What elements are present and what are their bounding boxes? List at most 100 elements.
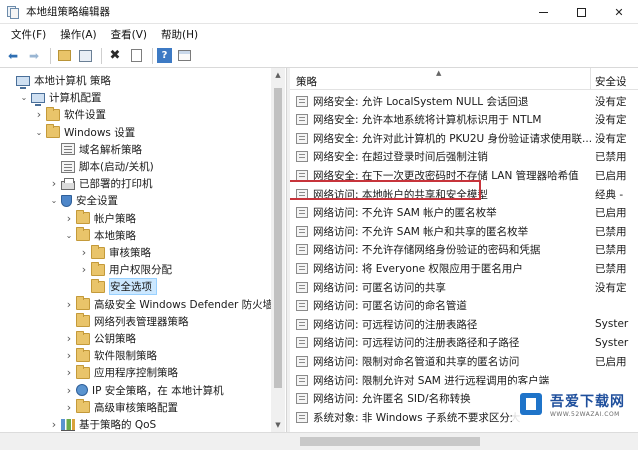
tree-item[interactable]: ⌄ Windows 设置 [34,124,135,141]
policy-row[interactable]: 网络安全: 允许 LocalSystem NULL 会话回退 没有定 [290,92,638,110]
horizontal-scrollbar[interactable] [0,432,638,450]
policy-security-setting: 已禁用 [595,151,627,164]
policy-name: 网络访问: 不允许存储网络身份验证的密码和凭据 [313,244,541,257]
tree-item[interactable]: › 已部署的打印机 [49,175,153,192]
policy-row[interactable]: 网络访问: 不允许存储网络身份验证的密码和凭据 已禁用 [290,241,638,259]
tree-item[interactable]: › IP 安全策略，在 本地计算机 [64,382,224,399]
tree-item-label: 安全选项 [109,278,157,296]
minimize-button[interactable] [524,0,562,24]
toolbar-separator [101,47,102,64]
chevron-down-icon[interactable]: ⌄ [49,196,59,205]
close-button[interactable]: ✕ [600,0,638,24]
chevron-right-icon[interactable]: › [79,246,89,259]
menu-view[interactable]: 查看(V) [104,27,154,42]
tree-scroll-thumb[interactable] [274,88,282,388]
properties-button[interactable] [175,47,193,65]
tree-item[interactable]: › 用户权限分配 [79,261,172,278]
chevron-right-icon[interactable]: › [64,366,74,379]
console-tree-pane: 本地计算机 策略 ⌄ 计算机配置 › 软件设置 ⌄ Windows 设置域名解析策略脚本(启… [0,68,286,432]
chevron-right-icon[interactable]: › [79,263,89,276]
chevron-right-icon[interactable]: › [49,177,59,190]
policy-setting-icon [296,374,308,386]
policy-row[interactable]: 网络访问: 可匿名访问的共享 没有定 [290,278,638,296]
chevron-down-icon[interactable]: ⌄ [64,231,74,240]
tree-item[interactable]: ⌄ 计算机配置 [19,89,102,106]
delete-button[interactable]: ✖ [106,47,124,65]
tree-item-label: 高级安全 Windows Defender 防火墙 [94,298,274,311]
arrow-right-icon: ➡ [28,48,40,63]
chevron-right-icon[interactable]: › [64,332,74,345]
help-button[interactable]: ? [157,48,172,63]
tree-item[interactable]: › 应用程序控制策略 [64,364,178,381]
policy-row[interactable]: 网络安全: 在超过登录时间后强制注销 已禁用 [290,148,638,166]
chevron-right-icon[interactable]: › [64,401,74,414]
policy-setting-icon [296,393,308,405]
policy-row[interactable]: 网络访问: 将 Everyone 权限应用于匿名用户 已禁用 [290,259,638,277]
tree-item[interactable]: ⌄ 本地策略 [64,227,136,244]
policy-row[interactable]: 网络访问: 限制对命名管道和共享的匿名访问 已启用 [290,352,638,370]
column-separator[interactable] [590,68,591,90]
tree-item[interactable]: 脚本(启动/关机) [49,158,154,175]
printer-icon [61,177,75,190]
tree-item[interactable]: 本地计算机 策略 [4,72,111,89]
maximize-icon [576,7,586,17]
tree-item[interactable]: 域名解析策略 [49,141,142,158]
scroll-up-icon[interactable]: ▲ [271,68,285,82]
tree-item[interactable]: 安全选项 [79,278,157,296]
folder-icon [76,347,90,362]
policy-editor-icon [6,5,20,19]
up-level-button[interactable] [55,47,73,65]
chevron-right-icon[interactable]: › [64,212,74,225]
tree-item[interactable]: › 公钥策略 [64,330,136,347]
chevron-down-icon[interactable]: ⌄ [19,93,29,102]
policy-security-setting: 没有定 [595,114,627,127]
chevron-down-icon[interactable]: ⌄ [34,128,44,137]
tree-item-label: IP 安全策略，在 本地计算机 [92,384,224,397]
tree-item[interactable]: › 高级安全 Windows Defender 防火墙 [64,296,273,313]
policy-row[interactable]: 网络访问: 可远程访问的注册表路径和子路径 Syster [290,334,638,352]
tree-item[interactable]: › 软件限制策略 [64,347,157,364]
tree-item-label: 已部署的打印机 [79,178,153,191]
chevron-right-icon[interactable]: › [64,298,74,311]
watermark-url: WWW.52WAZAI.COM [550,410,620,418]
tree-item[interactable]: › 帐户策略 [64,210,136,227]
policy-security-setting: Syster [595,336,629,349]
back-button[interactable]: ⬅ [4,47,22,65]
tree-item[interactable]: ⌄ 安全设置 [49,192,118,209]
menu-help[interactable]: 帮助(H) [154,27,205,42]
chevron-right-icon[interactable]: › [64,384,74,397]
horizontal-scroll-thumb[interactable] [300,437,480,446]
policy-row[interactable]: 网络访问: 不允许 SAM 帐户和共享的匿名枚举 已禁用 [290,222,638,240]
folder-icon [76,313,90,328]
policy-row[interactable]: 网络访问: 可远程访问的注册表路径 Syster [290,315,638,333]
policy-row[interactable]: 网络安全: 允许对此计算机的 PKU2U 身份验证请求使用联... 没有定 [290,129,638,147]
tree-item[interactable]: › 审核策略 [79,244,151,261]
maximize-button[interactable] [562,0,600,24]
policy-name: 网络访问: 可远程访问的注册表路径 [313,318,478,331]
policy-security-setting: 已启用 [595,355,627,368]
chevron-right-icon[interactable]: › [49,418,59,431]
tree-item[interactable]: › 软件设置 [34,106,106,123]
forward-button[interactable]: ➡ [25,47,43,65]
menu-action[interactable]: 操作(A) [53,27,103,42]
scroll-down-icon[interactable]: ▼ [271,418,285,432]
policy-setting-icon [296,132,308,144]
chevron-right-icon[interactable]: › [34,108,44,121]
computer-icon [16,75,30,89]
tree-item-label: 域名解析策略 [79,143,142,156]
folder-icon [91,278,105,293]
tree-item[interactable]: › 基于策略的 QoS [49,416,156,432]
policy-row[interactable]: 网络访问: 不允许 SAM 帐户的匿名枚举 已启用 [290,204,638,222]
chevron-right-icon[interactable]: › [64,349,74,362]
tree-vertical-scrollbar[interactable]: ▲ ▼ [271,68,285,432]
menu-file[interactable]: 文件(F) [4,27,53,42]
policy-row[interactable]: 网络安全: 允许本地系统将计算机标识用于 NTLM 没有定 [290,111,638,129]
column-header-security-setting[interactable]: 安全设 [595,74,627,89]
column-header-policy[interactable]: 策略 [296,74,317,89]
tree-item[interactable]: › 高级审核策略配置 [64,399,178,416]
export-list-button[interactable] [127,47,145,65]
policy-row[interactable]: 网络访问: 可匿名访问的命名管道 [290,297,638,315]
policy-security-setting: 已禁用 [595,244,627,257]
tree-item[interactable]: 网络列表管理器策略 [64,313,189,330]
show-hide-tree-button[interactable] [76,47,94,65]
